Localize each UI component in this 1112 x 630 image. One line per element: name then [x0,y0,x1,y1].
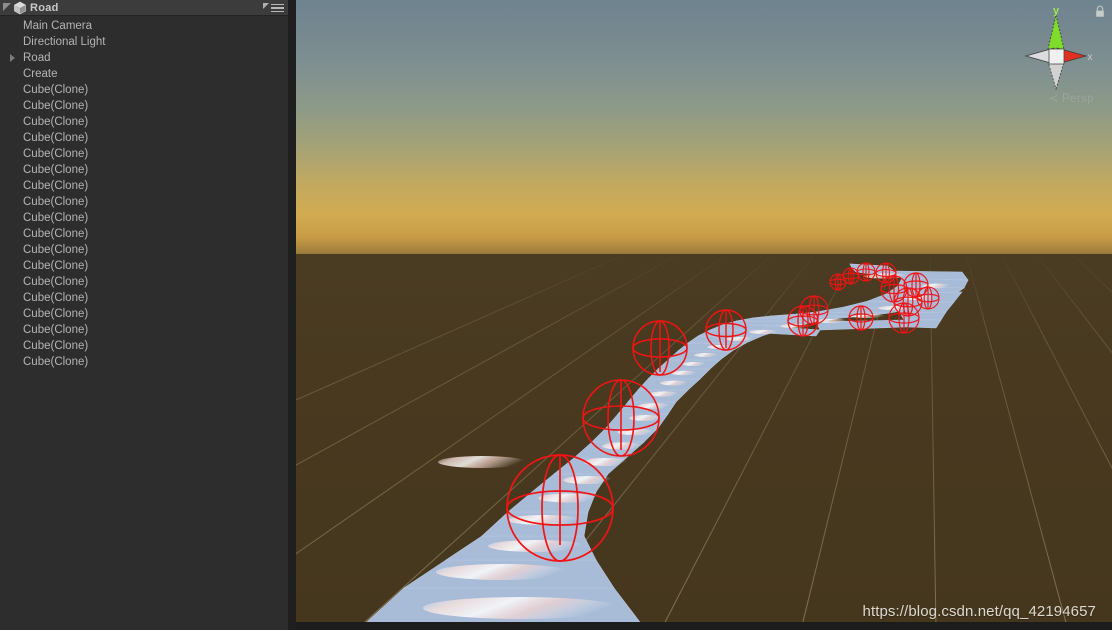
unity-editor-window: Road Main Camera Directional Light Road Cre… [0,0,1112,630]
projection-arrow-icon: ≺ [1048,91,1059,105]
gizmo-y-label: y [1053,5,1060,17]
unity-scene-icon [13,1,27,15]
hierarchy-item[interactable]: Cube(Clone) [0,354,288,370]
foldout-spacer [10,66,23,82]
hierarchy-item[interactable]: Cube(Clone) [0,242,288,258]
foldout-spacer [10,178,23,194]
hierarchy-item[interactable]: Cube(Clone) [0,194,288,210]
skybox-gradient [296,0,1112,256]
hierarchy-item-label: Road [23,52,51,64]
hierarchy-menu-group[interactable] [263,0,284,16]
foldout-spacer [10,82,23,98]
hierarchy-item[interactable]: Main Camera [0,18,288,34]
foldout-spacer [10,338,23,354]
hierarchy-item-label: Cube(Clone) [23,324,89,336]
hierarchy-item[interactable]: Cube(Clone) [0,274,288,290]
hierarchy-item[interactable]: Cube(Clone) [0,130,288,146]
foldout-arrow-icon[interactable] [10,50,23,66]
hierarchy-item-label: Create [23,68,58,80]
hierarchy-item-label: Cube(Clone) [23,212,89,224]
hierarchy-item[interactable]: Directional Light [0,34,288,50]
hierarchy-item-label: Cube(Clone) [23,340,89,352]
hierarchy-item[interactable]: Create [0,66,288,82]
foldout-spacer [10,306,23,322]
hierarchy-item[interactable]: Cube(Clone) [0,114,288,130]
foldout-spacer [10,34,23,50]
hierarchy-item-label: Directional Light [23,36,106,48]
lock-icon[interactable] [1094,5,1106,18]
hierarchy-title: Road [30,1,59,14]
hierarchy-item-label: Cube(Clone) [23,228,89,240]
hierarchy-item[interactable]: Road [0,50,288,66]
foldout-spacer [10,162,23,178]
hierarchy-list[interactable]: Main Camera Directional Light Road Create Cu… [0,16,288,370]
hierarchy-item[interactable]: Cube(Clone) [0,290,288,306]
hierarchy-panel: Road Main Camera Directional Light Road Cre… [0,0,288,630]
scene-view[interactable]: y x ≺ Persp https://blog.csdn.net/qq_4219… [296,0,1112,630]
hierarchy-item-label: Main Camera [23,20,93,32]
hierarchy-item[interactable]: Cube(Clone) [0,306,288,322]
hierarchy-item-label: Cube(Clone) [23,260,89,272]
foldout-spacer [10,114,23,130]
hierarchy-item-label: Cube(Clone) [23,244,89,256]
hierarchy-item-label: Cube(Clone) [23,132,89,144]
ground-plane [296,254,1112,630]
hierarchy-item[interactable]: Cube(Clone) [0,82,288,98]
hierarchy-item[interactable]: Cube(Clone) [0,162,288,178]
foldout-spacer [10,146,23,162]
panel-divider[interactable] [288,0,296,630]
scene-bottom-bar [296,622,1112,630]
foldout-spacer [10,274,23,290]
hierarchy-item-label: Cube(Clone) [23,196,89,208]
foldout-spacer [10,322,23,338]
hierarchy-item-label: Cube(Clone) [23,84,89,96]
hierarchy-item[interactable]: Cube(Clone) [0,146,288,162]
projection-mode-label: Persp [1061,93,1094,105]
hierarchy-item[interactable]: Cube(Clone) [0,322,288,338]
scene-grid [296,254,1112,630]
hierarchy-item-label: Cube(Clone) [23,148,89,160]
foldout-spacer [10,194,23,210]
foldout-spacer [10,130,23,146]
foldout-spacer [10,98,23,114]
scene-foldout-arrow-icon[interactable] [2,0,13,16]
hamburger-menu-icon[interactable] [271,3,284,13]
foldout-spacer [10,354,23,370]
foldout-spacer [10,210,23,226]
hierarchy-item-label: Cube(Clone) [23,308,89,320]
projection-mode-toggle[interactable]: ≺ Persp [1048,91,1094,105]
hierarchy-item-label: Cube(Clone) [23,116,89,128]
watermark-text: https://blog.csdn.net/qq_42194657 [862,603,1096,620]
hierarchy-item[interactable]: Cube(Clone) [0,258,288,274]
foldout-spacer [10,242,23,258]
hierarchy-item-label: Cube(Clone) [23,164,89,176]
hierarchy-item[interactable]: Cube(Clone) [0,210,288,226]
hierarchy-item[interactable]: Cube(Clone) [0,98,288,114]
hierarchy-item-label: Cube(Clone) [23,292,89,304]
hierarchy-item[interactable]: Cube(Clone) [0,226,288,242]
gizmo-x-label: x [1088,52,1093,63]
filter-triangle-icon[interactable] [263,3,269,9]
hierarchy-header[interactable]: Road [0,0,288,16]
hierarchy-item[interactable]: Cube(Clone) [0,338,288,354]
foldout-spacer [10,226,23,242]
hierarchy-item-label: Cube(Clone) [23,356,89,368]
hierarchy-item-label: Cube(Clone) [23,180,89,192]
foldout-spacer [10,18,23,34]
foldout-spacer [10,258,23,274]
hierarchy-item[interactable]: Cube(Clone) [0,178,288,194]
hierarchy-item-label: Cube(Clone) [23,276,89,288]
hierarchy-item-label: Cube(Clone) [23,100,89,112]
foldout-spacer [10,290,23,306]
